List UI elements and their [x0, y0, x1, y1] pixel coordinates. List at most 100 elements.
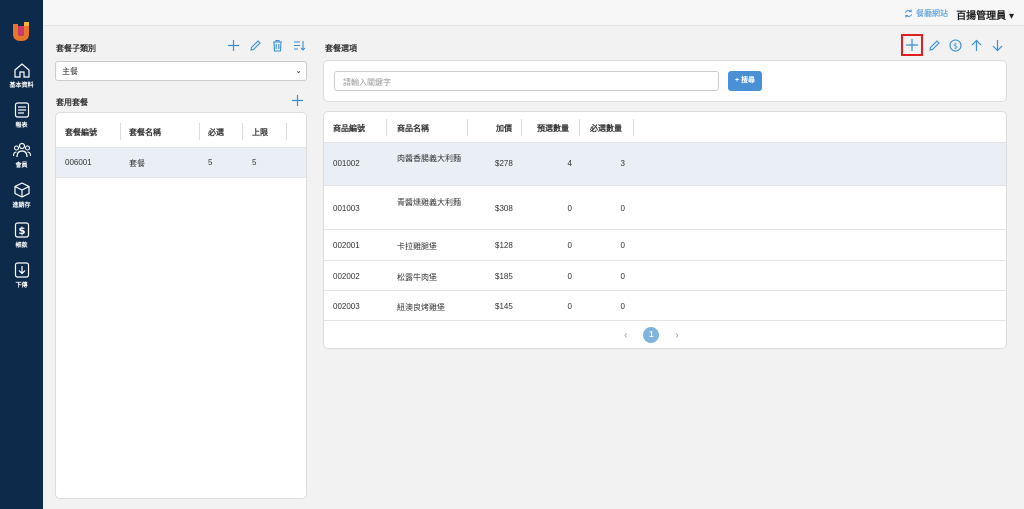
sidebar-item-label: 基本資料	[9, 83, 34, 89]
sidebar-item-label: 報表	[15, 123, 28, 129]
subcategory-select[interactable]: 主餐 ⌄	[55, 61, 307, 81]
option-code: 001003	[333, 204, 360, 213]
chevron-right-icon[interactable]: ›	[675, 330, 678, 341]
sidebar-item-accounts[interactable]: $ 帳款	[0, 222, 43, 249]
option-required: 0	[620, 204, 625, 213]
dollar-icon: $	[14, 222, 29, 238]
combo-required: 5	[208, 158, 213, 167]
table-row[interactable]: 006001 套餐 5 5	[56, 147, 306, 177]
option-name: 卡拉雞腿堡	[397, 242, 437, 251]
pagination: ‹ 1 ›	[624, 327, 679, 343]
search-button[interactable]: + 搜尋	[728, 71, 762, 91]
option-required: 0	[620, 272, 625, 281]
sidebar: 基本資料 報表 會員 進銷存 $ 帳款 下傳	[0, 0, 43, 509]
svg-text:$: $	[953, 42, 958, 51]
column-header[interactable]: 商品名稱	[397, 123, 429, 134]
option-price: $185	[495, 272, 513, 281]
sidebar-item-basic-data[interactable]: 基本資料	[0, 62, 43, 89]
column-divider	[521, 119, 522, 136]
box-icon	[13, 182, 30, 198]
home-icon	[13, 63, 30, 78]
move-down-icon[interactable]	[991, 39, 1004, 52]
topbar: 餐廳網站 百揚管理員 ▾	[43, 0, 1024, 26]
column-header[interactable]: 上限	[252, 127, 268, 138]
options-title: 套餐選項	[325, 44, 357, 53]
row-divider	[324, 320, 1006, 321]
subcategory-title: 套餐子類別	[56, 44, 96, 53]
option-preset: 0	[567, 204, 572, 213]
add-combo-icon[interactable]	[291, 94, 304, 107]
column-header[interactable]: 加價	[496, 123, 512, 134]
option-preset: 0	[567, 241, 572, 250]
download-icon	[14, 262, 29, 278]
column-divider	[467, 119, 468, 136]
column-header[interactable]: 預選數量	[537, 123, 569, 134]
table-row[interactable]: 001002 肉醬香腸義大利麵 $278 4 3	[324, 142, 1006, 185]
column-divider	[242, 123, 243, 140]
option-preset: 0	[567, 272, 572, 281]
table-row[interactable]: 002002 松露牛肉堡 $185 0 0	[324, 260, 1006, 290]
restaurant-site-label: 餐廳網站	[916, 9, 948, 18]
add-option-highlight	[901, 34, 923, 56]
combo-name: 套餐	[129, 159, 145, 168]
price-option-icon[interactable]: $	[949, 39, 962, 52]
combo-limit: 5	[252, 158, 257, 167]
chevron-down-icon: ⌄	[295, 66, 302, 75]
sidebar-item-members[interactable]: 會員	[0, 142, 43, 169]
app-logo	[13, 22, 29, 41]
column-divider	[386, 119, 387, 136]
option-code: 001002	[333, 159, 360, 168]
report-icon	[14, 102, 29, 118]
option-name: 肉醬香腸義大利麵	[397, 154, 461, 163]
sidebar-item-inventory[interactable]: 進銷存	[0, 182, 43, 209]
column-header[interactable]: 必選	[208, 127, 224, 138]
column-divider	[120, 123, 121, 140]
user-menu[interactable]: 百揚管理員 ▾	[956, 7, 1014, 22]
column-header[interactable]: 套餐編號	[65, 127, 97, 138]
combo-table: 套餐編號 套餐名稱 必選 上限 006001 套餐 5 5	[55, 112, 307, 499]
option-name: 紐澳良烤雞堡	[397, 303, 445, 312]
sort-subcategory-icon[interactable]	[293, 39, 306, 52]
column-header[interactable]: 必選數量	[590, 123, 622, 134]
option-required: 0	[620, 241, 625, 250]
edit-option-icon[interactable]	[928, 39, 941, 52]
column-header[interactable]: 商品編號	[333, 123, 365, 134]
sidebar-item-reports[interactable]: 報表	[0, 102, 43, 129]
sidebar-item-download[interactable]: 下傳	[0, 262, 43, 289]
sidebar-item-label: 下傳	[15, 283, 28, 289]
page-current[interactable]: 1	[643, 327, 660, 343]
members-icon	[12, 142, 31, 158]
add-subcategory-icon[interactable]	[227, 39, 240, 52]
option-preset: 0	[567, 302, 572, 311]
table-row[interactable]: 001003 青醬燻雞義大利麵 $308 0 0	[324, 185, 1006, 229]
search-card: 請輸入關鍵字 + 搜尋	[323, 60, 1007, 102]
option-name: 青醬燻雞義大利麵	[397, 198, 461, 207]
column-divider	[633, 119, 634, 136]
option-price: $128	[495, 241, 513, 250]
svg-text:$: $	[18, 226, 25, 237]
sidebar-item-label: 進銷存	[12, 203, 31, 209]
chevron-left-icon[interactable]: ‹	[624, 330, 627, 341]
option-name: 松露牛肉堡	[397, 273, 437, 282]
option-preset: 4	[567, 159, 572, 168]
column-header[interactable]: 套餐名稱	[129, 127, 161, 138]
option-required: 3	[620, 159, 625, 168]
restaurant-site-link[interactable]: 餐廳網站	[904, 8, 948, 19]
option-price: $308	[495, 204, 513, 213]
option-code: 002001	[333, 241, 360, 250]
table-row[interactable]: 002001 卡拉雞腿堡 $128 0 0	[324, 229, 1006, 260]
search-input[interactable]: 請輸入關鍵字	[334, 71, 719, 91]
column-divider	[579, 119, 580, 136]
table-row[interactable]: 002003 紐澳良烤雞堡 $145 0 0	[324, 290, 1006, 320]
combo-title: 套用套餐	[56, 98, 88, 107]
column-divider	[199, 123, 200, 140]
subcategory-selected-value: 主餐	[62, 67, 78, 76]
combo-code: 006001	[65, 158, 92, 167]
sidebar-item-label: 會員	[15, 163, 28, 169]
option-code: 002002	[333, 272, 360, 281]
move-up-icon[interactable]	[970, 39, 983, 52]
delete-subcategory-icon[interactable]	[271, 39, 284, 52]
option-price: $145	[495, 302, 513, 311]
options-table: 商品編號 商品名稱 加價 預選數量 必選數量 001002 肉醬香腸義大利麵 $…	[323, 111, 1007, 349]
edit-subcategory-icon[interactable]	[249, 39, 262, 52]
